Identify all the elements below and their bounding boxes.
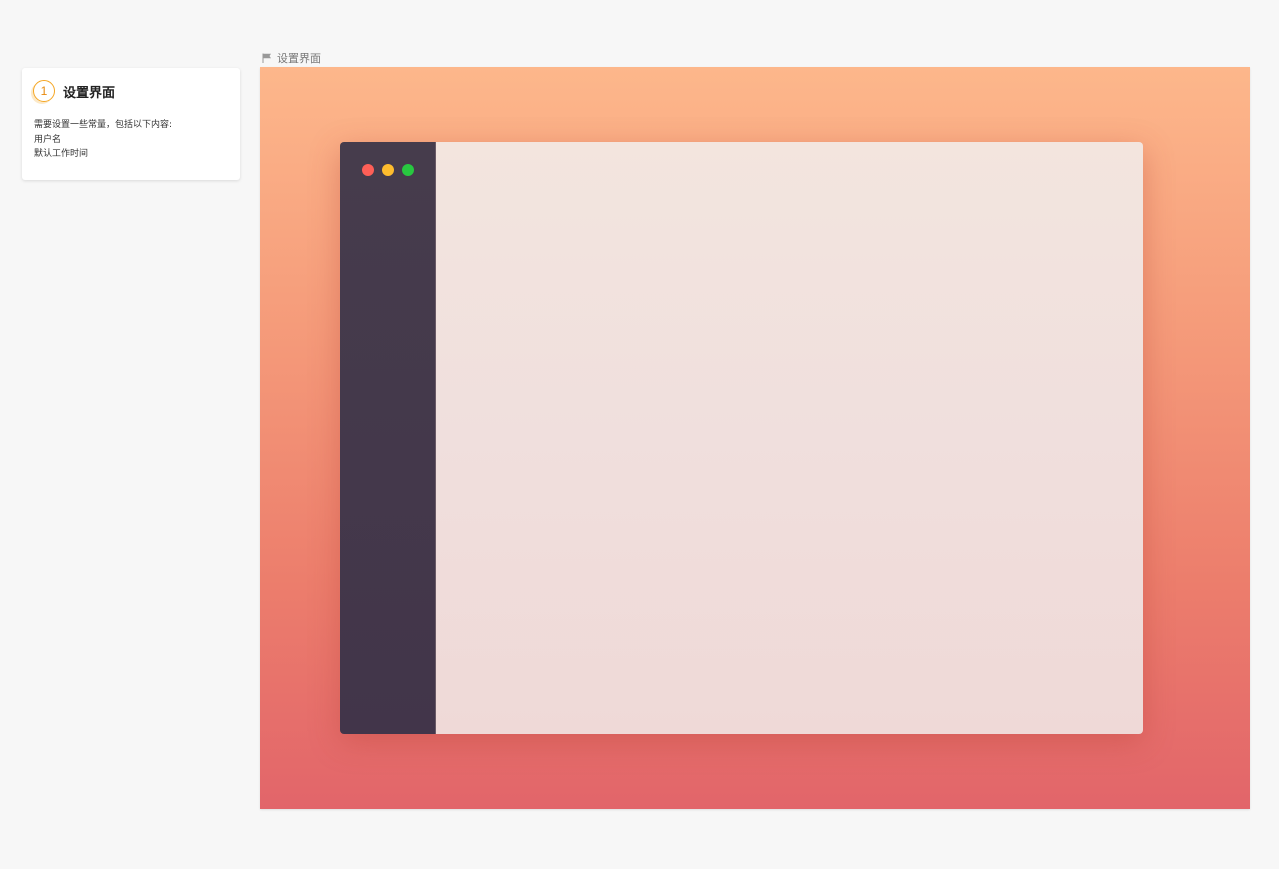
note-title: 设置界面: [63, 85, 116, 101]
note-card: 1 设置界面 需要设置一些常量，包括以下内容: 用户名 默认工作时间: [22, 68, 240, 180]
minimize-button[interactable]: [382, 164, 394, 176]
window-sidebar: [340, 142, 436, 734]
note-line: 默认工作时间: [34, 149, 89, 159]
artboard[interactable]: [260, 67, 1250, 809]
note-line: 需要设置一些常量，包括以下内容:: [34, 120, 173, 130]
flag-icon: [262, 53, 272, 63]
note-body: 需要设置一些常量，包括以下内容: 用户名 默认工作时间: [34, 118, 172, 162]
window-content: [436, 142, 1143, 734]
note-line: 用户名: [34, 134, 62, 145]
frame-label-text: 设置界面: [277, 52, 321, 65]
window-controls: [362, 164, 414, 176]
frame-label[interactable]: 设置界面: [262, 50, 321, 66]
close-button[interactable]: [362, 164, 374, 176]
note-header: 1 设置界面: [33, 80, 115, 102]
maximize-button[interactable]: [402, 164, 414, 176]
app-window: [340, 142, 1143, 734]
step-badge: 1: [33, 80, 55, 102]
